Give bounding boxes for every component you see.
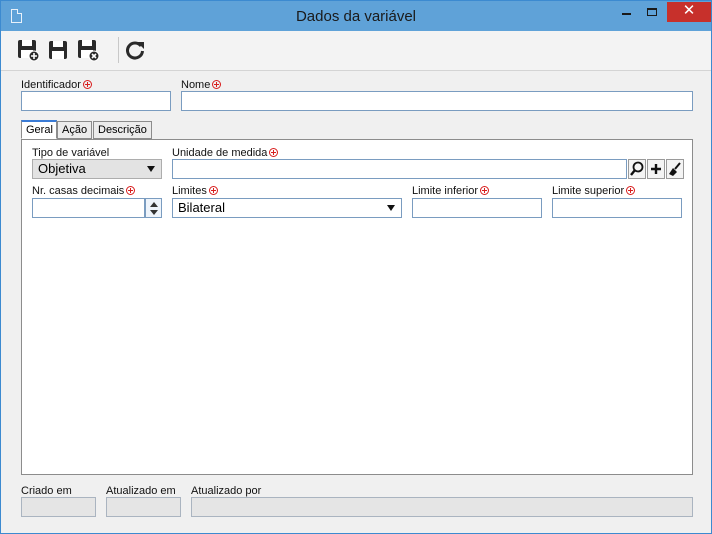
required-icon [82, 80, 92, 89]
save-close-icon [78, 40, 100, 62]
casas-decimais-label-text: Nr. casas decimais [32, 185, 125, 197]
tipo-variavel-label: Tipo de variável [32, 147, 110, 159]
search-icon [630, 161, 644, 176]
refresh-icon [126, 41, 144, 60]
atualizado-em-field [106, 497, 181, 517]
criado-em-label: Criado em [21, 485, 72, 497]
limite-inferior-label-text: Limite inferior [412, 185, 479, 197]
save-close-button[interactable] [75, 37, 101, 63]
identificador-input[interactable] [21, 91, 171, 111]
limites-label-text: Limites [172, 185, 207, 197]
add-button[interactable] [647, 159, 665, 179]
maximize-button[interactable] [639, 2, 665, 22]
limites-label: Limites [172, 185, 218, 197]
maximize-icon [647, 8, 657, 17]
close-button[interactable]: ✕ [667, 2, 711, 22]
stepper-down-icon [150, 210, 158, 215]
stepper-up-icon [150, 202, 158, 207]
criado-em-field [21, 497, 96, 517]
required-icon [480, 186, 490, 195]
close-icon: ✕ [682, 2, 696, 19]
identificador-label-text: Identificador [21, 79, 81, 91]
required-icon [126, 186, 136, 195]
casas-decimais-stepper[interactable] [145, 198, 162, 218]
chevron-down-icon [147, 166, 155, 172]
search-button[interactable] [628, 159, 646, 179]
required-icon [208, 186, 218, 195]
title-bar: Dados da variável ✕ [1, 1, 711, 31]
tab-panel-geral: Tipo de variável Objetiva Unidade de med… [21, 139, 693, 475]
nome-input[interactable] [181, 91, 693, 111]
save-new-button[interactable] [15, 37, 41, 63]
identificador-label: Identificador [21, 79, 92, 91]
toolbar-separator [118, 37, 119, 63]
limite-superior-input[interactable] [552, 198, 682, 218]
unidade-medida-label: Unidade de medida [172, 147, 279, 159]
plus-icon [651, 164, 661, 174]
chevron-down-icon [387, 205, 395, 211]
save-button[interactable] [45, 37, 71, 63]
save-new-icon [18, 40, 40, 62]
clear-button[interactable] [666, 159, 684, 179]
unidade-medida-label-text: Unidade de medida [172, 147, 268, 159]
required-icon [212, 80, 222, 89]
limite-inferior-input[interactable] [412, 198, 542, 218]
nome-label-text: Nome [181, 79, 211, 91]
toolbar [1, 31, 711, 71]
tab-descricao[interactable]: Descrição [93, 121, 152, 139]
save-icon [49, 41, 67, 59]
casas-decimais-label: Nr. casas decimais [32, 185, 136, 197]
window-title: Dados da variável [295, 8, 417, 25]
limite-superior-label-text: Limite superior [552, 185, 625, 197]
required-icon [269, 148, 279, 157]
tab-geral[interactable]: Geral [21, 120, 57, 139]
minimize-icon [621, 13, 631, 16]
tab-acao[interactable]: Ação [57, 121, 92, 139]
limite-inferior-label: Limite inferior [412, 185, 490, 197]
atualizado-por-label: Atualizado por [191, 485, 262, 497]
broom-icon [669, 162, 681, 176]
limites-select[interactable]: Bilateral [172, 198, 402, 218]
limite-superior-label: Limite superior [552, 185, 636, 197]
nome-label: Nome [181, 79, 222, 91]
atualizado-em-label: Atualizado em [106, 485, 176, 497]
required-icon [626, 186, 636, 195]
tipo-variavel-select[interactable]: Objetiva [32, 159, 162, 179]
refresh-button[interactable] [122, 37, 148, 63]
tipo-variavel-value: Objetiva [38, 161, 86, 176]
minimize-button[interactable] [613, 2, 639, 22]
atualizado-por-field [191, 497, 693, 517]
unidade-medida-input[interactable] [172, 159, 627, 179]
dialog-window: Dados da variável ✕ Identificador Nome G… [0, 0, 712, 534]
limites-value: Bilateral [178, 200, 225, 215]
casas-decimais-input[interactable] [32, 198, 145, 218]
